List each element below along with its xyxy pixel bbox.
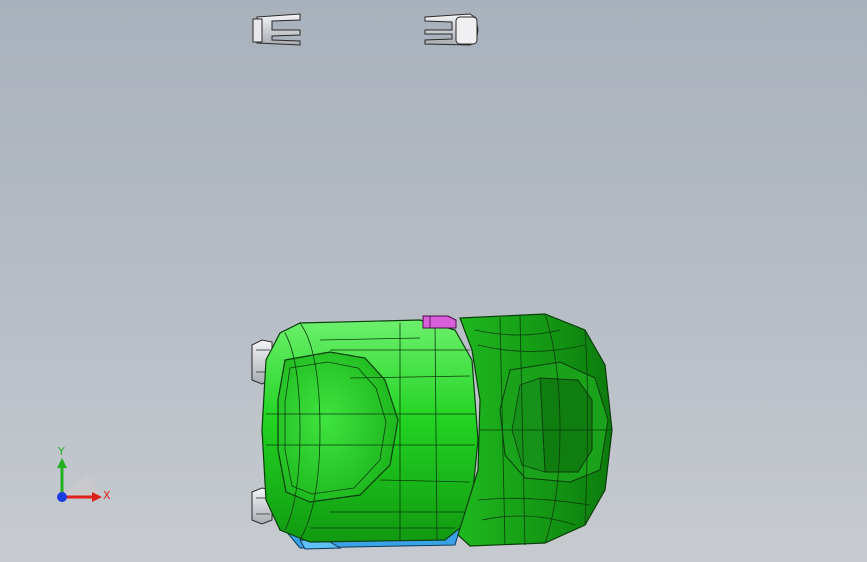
car-hood-front[interactable] [457,313,613,547]
model-canvas[interactable]: Y X [0,0,867,562]
part-bracket-right[interactable] [424,13,479,46]
z-axis-origin [57,492,67,502]
coordinate-triad: Y X [57,445,111,502]
accent-part[interactable] [422,315,457,329]
x-axis-label: X [103,489,111,502]
y-axis-label: Y [57,445,65,458]
graphics-viewport[interactable]: Y X [0,0,867,562]
part-bracket-left[interactable] [252,13,301,46]
car-body-rear[interactable] [261,319,479,543]
